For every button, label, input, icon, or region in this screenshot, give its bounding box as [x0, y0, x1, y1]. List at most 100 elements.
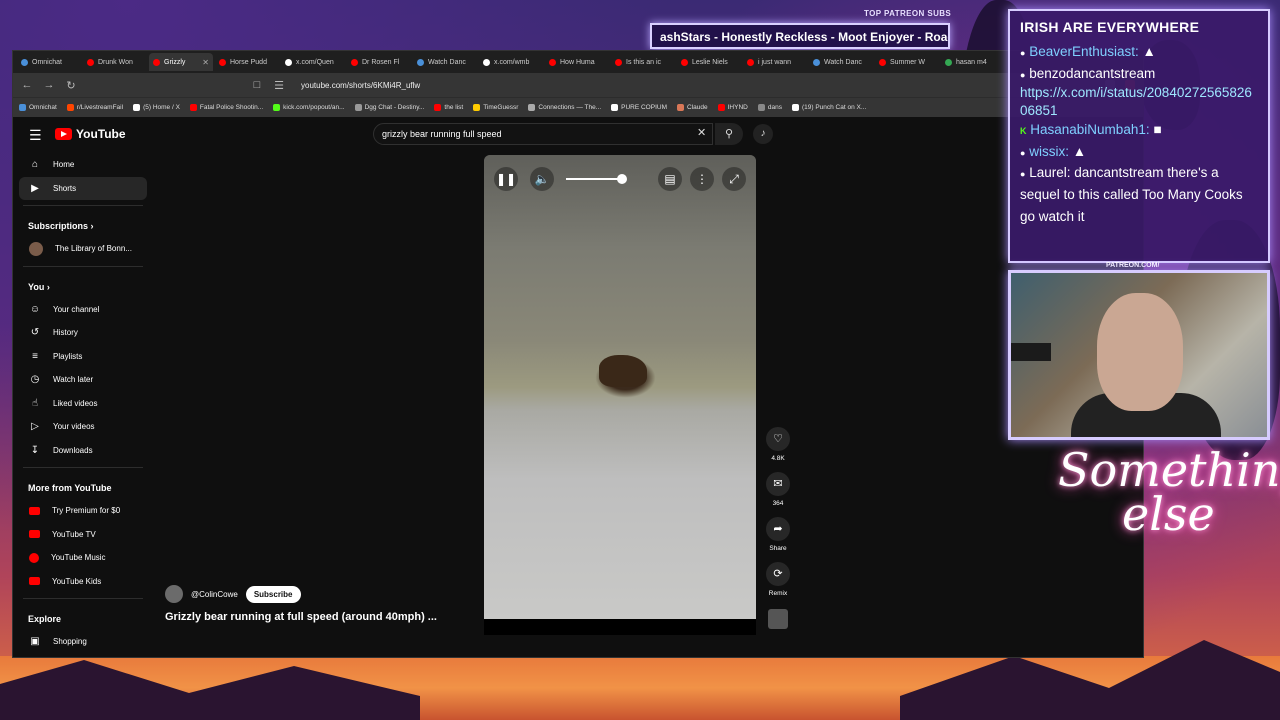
search-input[interactable]: grizzly bear running full speed	[373, 123, 713, 145]
bookmark-icon[interactable]: □	[251, 79, 263, 91]
bookmark-label: Dgg Chat - Destiny...	[364, 104, 425, 111]
bookmark-item[interactable]: Claude	[677, 104, 708, 111]
sidebar-item-watch-later[interactable]: ◷ Watch later	[13, 368, 153, 392]
sidebar-item-liked-videos[interactable]: ☝ Liked videos	[13, 392, 153, 416]
browser-tab[interactable]: Horse Pudd	[215, 53, 279, 71]
sidebar-item-history[interactable]: ↺ History	[13, 321, 153, 345]
microphone-icon[interactable]: ♪	[753, 124, 773, 144]
search-icon[interactable]: ⚲	[715, 123, 743, 145]
browser-tab[interactable]: Dr Rosen Fl	[347, 53, 411, 71]
share-icon[interactable]: ➦	[766, 517, 790, 541]
home-icon: ⌂	[31, 159, 39, 171]
microphone	[1011, 343, 1051, 361]
you-heading[interactable]: You ›	[13, 272, 153, 298]
next-short-edge	[484, 619, 756, 635]
clear-search-icon[interactable]: ✕	[697, 126, 706, 139]
browser-tab[interactable]: Summer W	[875, 53, 939, 71]
pause-icon[interactable]: ❚❚	[494, 167, 518, 191]
tab-label: Watch Danc	[824, 58, 862, 66]
sidebar-item-downloads[interactable]: ↧ Downloads	[13, 439, 153, 463]
chat-message: ● benzodancantstream	[1020, 63, 1258, 85]
subscribe-button[interactable]: Subscribe	[245, 585, 301, 603]
short-title[interactable]: Grizzly bear running at full speed (arou…	[165, 611, 437, 623]
chat-text: dancantstream	[1066, 65, 1156, 81]
more-options-icon[interactable]: ⋮	[690, 167, 714, 191]
bookmark-item[interactable]: the list	[434, 104, 463, 111]
sidebar-item-shopping[interactable]: ▣ Shopping	[13, 630, 153, 654]
bookmark-item[interactable]: kick.com/popout/an...	[273, 104, 345, 111]
channel-name[interactable]: @ColinCowe	[191, 590, 238, 599]
close-tab-icon[interactable]: ✕	[202, 58, 209, 67]
sidebar-item-home[interactable]: ⌂ Home	[13, 153, 153, 177]
forward-icon[interactable]: →	[43, 79, 55, 91]
browser-tab[interactable]: Grizzly ✕	[149, 53, 213, 71]
remix-label: Remix	[768, 590, 788, 597]
comment-icon[interactable]: ✉	[766, 472, 790, 496]
sidebar-item-shorts[interactable]: ▶ Shorts	[19, 176, 147, 200]
sidebar-item-subscription[interactable]: The Library of Bonn...	[13, 237, 153, 261]
sidebar-item-premium[interactable]: Try Premium for $0	[13, 499, 153, 523]
browser-tab[interactable]: i just wann	[743, 53, 807, 71]
youtube-premium-icon	[29, 506, 40, 515]
browser-tab[interactable]: Watch Danc	[413, 53, 477, 71]
sidebar-item-label: Your videos	[53, 422, 95, 432]
like-icon[interactable]: ♡	[766, 427, 790, 451]
bookmark-item[interactable]: r/LivestreamFail	[66, 104, 123, 111]
browser-tab[interactable]: Is this an ic	[611, 53, 675, 71]
sidebar-item-your-channel[interactable]: ☺ Your channel	[13, 298, 153, 322]
playlist-icon: ≡	[32, 350, 38, 362]
browser-tab[interactable]: hasan m4	[941, 53, 1005, 71]
bookmark-item[interactable]: Omnichat	[19, 104, 57, 111]
bookmark-item[interactable]: (5) Home / X	[133, 104, 180, 111]
divider	[23, 467, 143, 468]
twitch-icon: ●	[1020, 69, 1026, 80]
browser-tab[interactable]: Leslie Niels	[677, 53, 741, 71]
browser-tab[interactable]: x.com/wmb	[479, 53, 543, 71]
remix-icon[interactable]: ⟳	[766, 562, 790, 586]
avatar[interactable]	[165, 585, 183, 603]
bookmark-item[interactable]: dans	[757, 104, 782, 111]
captions-icon[interactable]: ▤	[658, 167, 682, 191]
subscriptions-heading[interactable]: Subscriptions ›	[13, 211, 153, 237]
bookmark-favicon-icon	[273, 104, 281, 111]
sidebar-item-youtube-music[interactable]: YouTube Music	[13, 546, 153, 570]
youtube-wordmark: YouTube	[76, 127, 126, 141]
bookmark-item[interactable]: PURE COPIUM	[611, 104, 667, 111]
bookmark-item[interactable]: Connections — The...	[528, 104, 601, 111]
reload-icon[interactable]: ↻	[65, 79, 77, 92]
site-info-icon[interactable]: ☰	[273, 79, 285, 92]
youtube-sidebar: ⌂ Home ▶ Shorts Subscriptions › The Libr…	[13, 153, 153, 657]
sidebar-item-youtube-kids[interactable]: YouTube Kids	[13, 570, 153, 594]
bookmark-item[interactable]: IHYND	[717, 104, 748, 111]
volume-slider[interactable]	[566, 174, 627, 184]
browser-tab[interactable]: x.com/Quen	[281, 53, 345, 71]
bookmark-item[interactable]: Dgg Chat - Destiny...	[354, 104, 425, 111]
sidebar-item-your-videos[interactable]: ▷ Your videos	[13, 415, 153, 439]
chat-username: HasanabiNumbah1:	[1030, 122, 1150, 138]
emote-icon: ■	[1153, 122, 1162, 138]
fullscreen-icon[interactable]: ⤢	[722, 167, 746, 191]
youtube-logo[interactable]: YouTube	[55, 127, 126, 141]
browser-tab[interactable]: Drunk Won	[83, 53, 147, 71]
sound-thumbnail[interactable]	[768, 609, 788, 629]
sidebar-item-playlists[interactable]: ≡ Playlists	[13, 345, 153, 369]
browser-tab[interactable]: Omnichat	[17, 53, 81, 71]
bookmark-label: TimeGuessr	[483, 104, 519, 111]
url-field[interactable]: youtube.com/shorts/6KMi4R_uflw	[301, 81, 1095, 90]
patreon-ticker: ashStars - Honestly Reckless - Moot Enjo…	[650, 23, 950, 49]
bookmark-item[interactable]: Fatal Police Shootin...	[189, 104, 263, 111]
browser-tab[interactable]: How Huma	[545, 53, 609, 71]
shorts-video-player[interactable]: ❚❚ 🔈 ▤ ⋮ ⤢	[484, 155, 756, 619]
browser-tab[interactable]: Watch Danc	[809, 53, 873, 71]
volume-knob[interactable]	[617, 174, 627, 184]
menu-icon[interactable]: ☰	[29, 127, 42, 144]
volume-icon[interactable]: 🔈	[530, 167, 554, 191]
tab-favicon-icon	[747, 58, 754, 66]
like-count: 4.8K	[771, 455, 785, 462]
bookmark-item[interactable]: TimeGuessr	[473, 104, 518, 111]
bookmark-item[interactable]: (19) Punch Cat on X...	[791, 104, 866, 111]
sidebar-item-youtube-tv[interactable]: YouTube TV	[13, 523, 153, 547]
shorts-actions: ♡ 4.8K ✉ 364 ➦ Share ⟳ Remix	[765, 427, 791, 629]
back-icon[interactable]: ←	[21, 79, 33, 91]
tab-label: Horse Pudd	[230, 58, 267, 66]
